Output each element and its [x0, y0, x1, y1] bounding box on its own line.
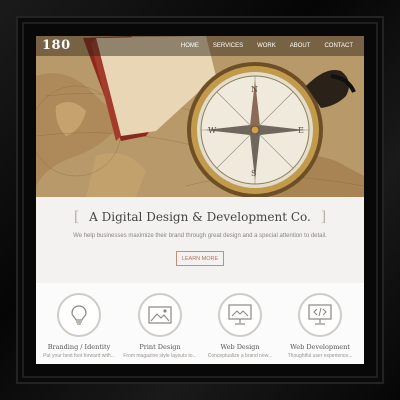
headline-row: [ A Digital Design & Development Co. ] [36, 209, 364, 225]
code-icon [298, 293, 342, 337]
svg-text:W: W [208, 126, 217, 135]
nav-services[interactable]: SERVICES [206, 43, 250, 49]
intro-subtext: We help businesses maximize their brand … [73, 233, 327, 239]
svg-text:S: S [251, 169, 256, 178]
bracket-left: [ [73, 209, 80, 225]
image-icon [138, 293, 182, 337]
main-nav: HOME SERVICES WORK ABOUT CONTACT [174, 36, 360, 56]
service-desc: Conceptualize a brand new... [207, 353, 273, 359]
service-title: Print Design [139, 343, 181, 351]
service-desc: From magazine style layouts to... [123, 353, 197, 359]
service-web-design[interactable]: Web Design Conceptualize a brand new... [200, 293, 280, 359]
page-headline: A Digital Design & Development Co. [89, 210, 311, 224]
svg-text:E: E [298, 126, 304, 135]
bracket-right: ] [320, 209, 327, 225]
nav-work[interactable]: WORK [250, 43, 283, 49]
website-screenshot: N S W E 180 HOME SERVICES WORK ABOUT CON… [36, 36, 364, 364]
hero-banner: N S W E 180 HOME SERVICES WORK ABOUT CON… [36, 36, 364, 197]
service-print[interactable]: Print Design From magazine style layouts… [120, 293, 200, 359]
service-desc: Thoughtful user experience... [287, 353, 353, 359]
nav-home[interactable]: HOME [174, 43, 206, 49]
service-title: Web Development [290, 343, 350, 351]
site-logo[interactable]: 180 [42, 38, 71, 53]
service-title: Web Design [220, 343, 260, 351]
lightbulb-icon [57, 293, 101, 337]
learn-more-button[interactable]: LEARN MORE [176, 251, 224, 266]
intro-section: [ A Digital Design & Development Co. ] W… [36, 197, 364, 283]
service-branding[interactable]: Branding / Identity Put your best foot f… [39, 293, 119, 359]
monitor-icon [218, 293, 262, 337]
hero-image: N S W E [36, 36, 364, 197]
service-desc: Put your best foot forward with... [43, 353, 115, 359]
service-title: Branding / Identity [47, 343, 111, 351]
site-navbar: 180 HOME SERVICES WORK ABOUT CONTACT [36, 36, 364, 56]
svg-text:N: N [251, 85, 258, 94]
nav-contact[interactable]: CONTACT [317, 43, 360, 49]
services-section: Branding / Identity Put your best foot f… [36, 283, 364, 364]
service-web-development[interactable]: Web Development Thoughtful user experien… [280, 293, 360, 359]
nav-about[interactable]: ABOUT [283, 43, 318, 49]
